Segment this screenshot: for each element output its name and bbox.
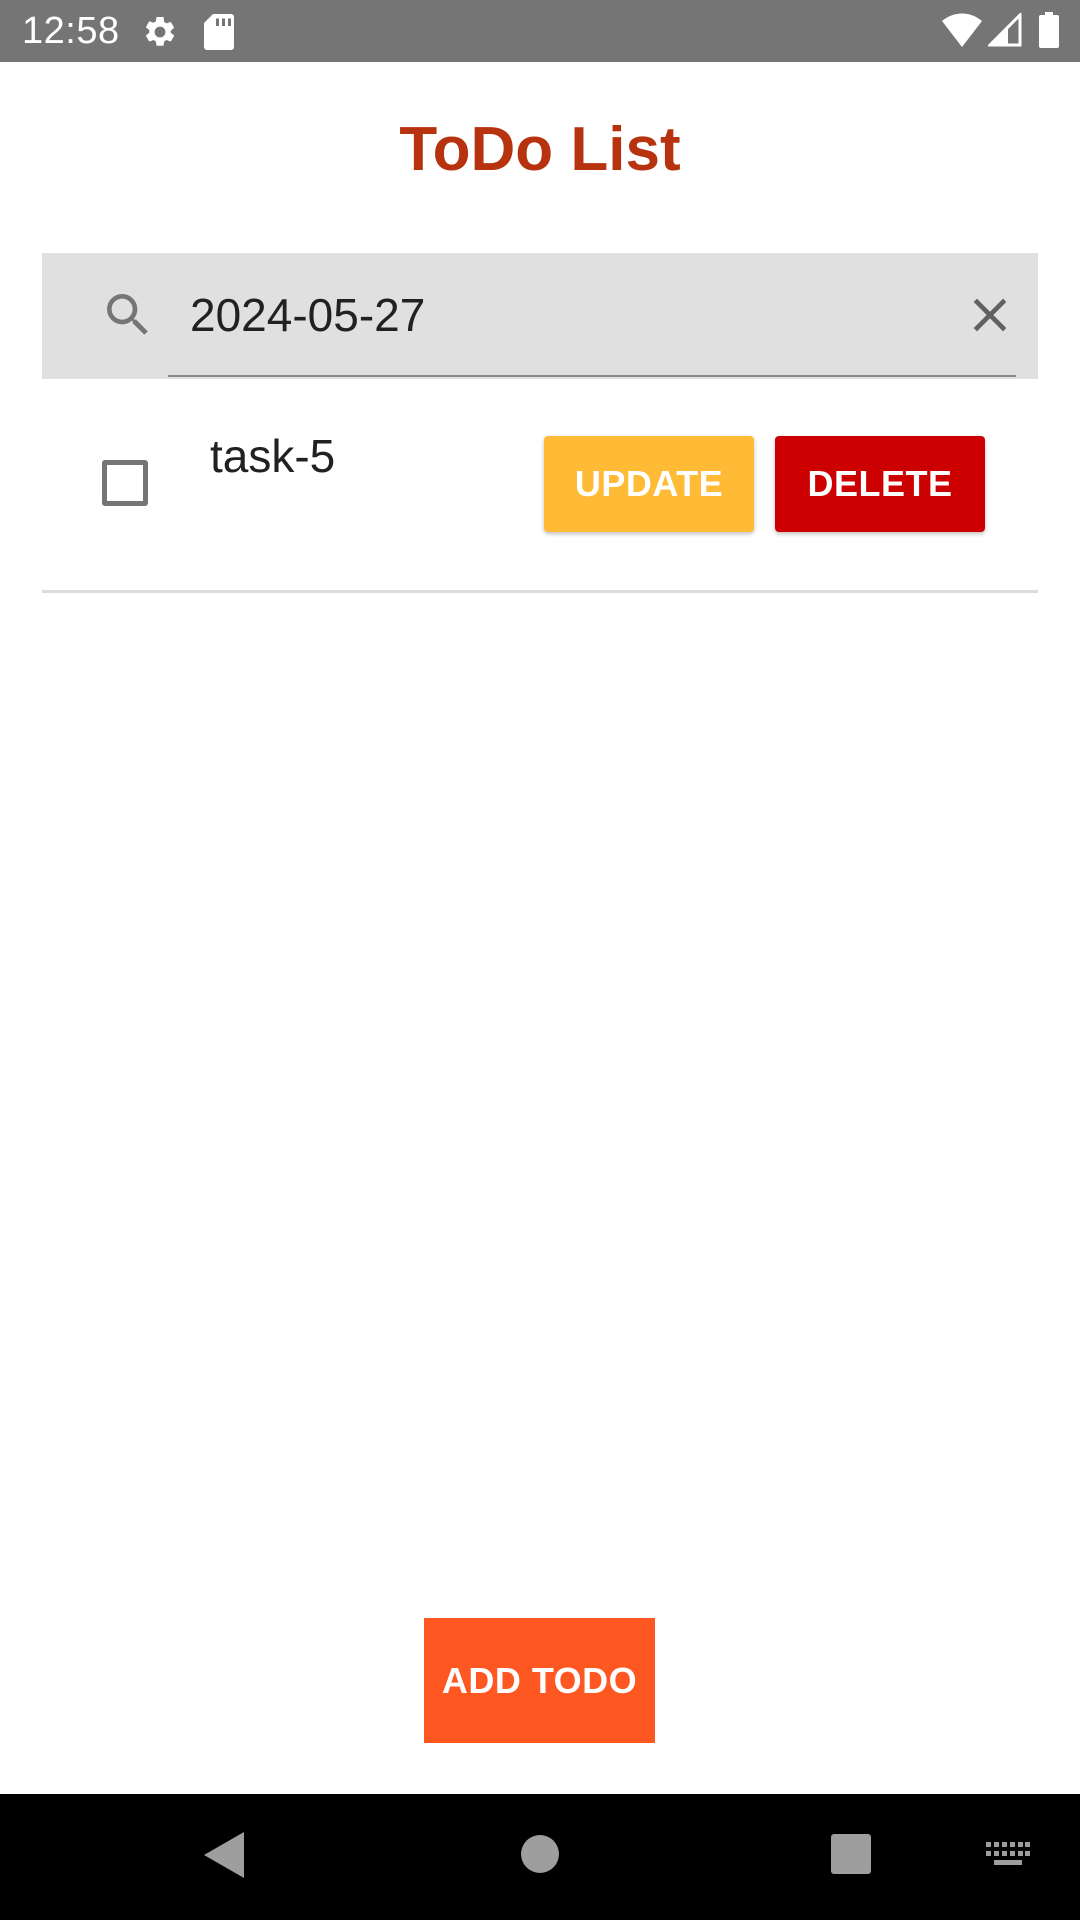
todo-label: task-5	[210, 430, 336, 482]
gear-icon	[146, 16, 175, 46]
wifi-icon	[942, 13, 982, 47]
add-todo-button[interactable]: ADD TODO	[424, 1618, 655, 1743]
home-icon[interactable]	[520, 1834, 560, 1874]
delete-button[interactable]: DELETE	[775, 436, 985, 532]
recents-icon[interactable]	[831, 1834, 871, 1874]
battery-icon	[1039, 12, 1059, 48]
keyboard-icon[interactable]	[986, 1842, 1030, 1868]
signal-icon	[988, 13, 1022, 47]
status-bar: 12:58	[0, 0, 1080, 62]
status-time: 12:58	[22, 10, 120, 52]
page-title: ToDo List	[399, 115, 681, 184]
close-icon[interactable]	[962, 287, 1018, 343]
back-icon[interactable]	[204, 1832, 246, 1878]
search-input[interactable]	[168, 277, 958, 353]
search-bar	[42, 253, 1038, 379]
todo-checkbox[interactable]	[102, 460, 148, 506]
sd-card-icon	[204, 14, 234, 50]
navigation-bar	[0, 1794, 1080, 1920]
search-underline	[168, 375, 1016, 377]
search-icon	[107, 294, 148, 335]
todo-screen: 12:58 ToDo List t	[0, 0, 1080, 1920]
update-button[interactable]: UPDATE	[544, 436, 754, 532]
list-item: task-5 UPDATE DELETE	[42, 400, 1038, 593]
